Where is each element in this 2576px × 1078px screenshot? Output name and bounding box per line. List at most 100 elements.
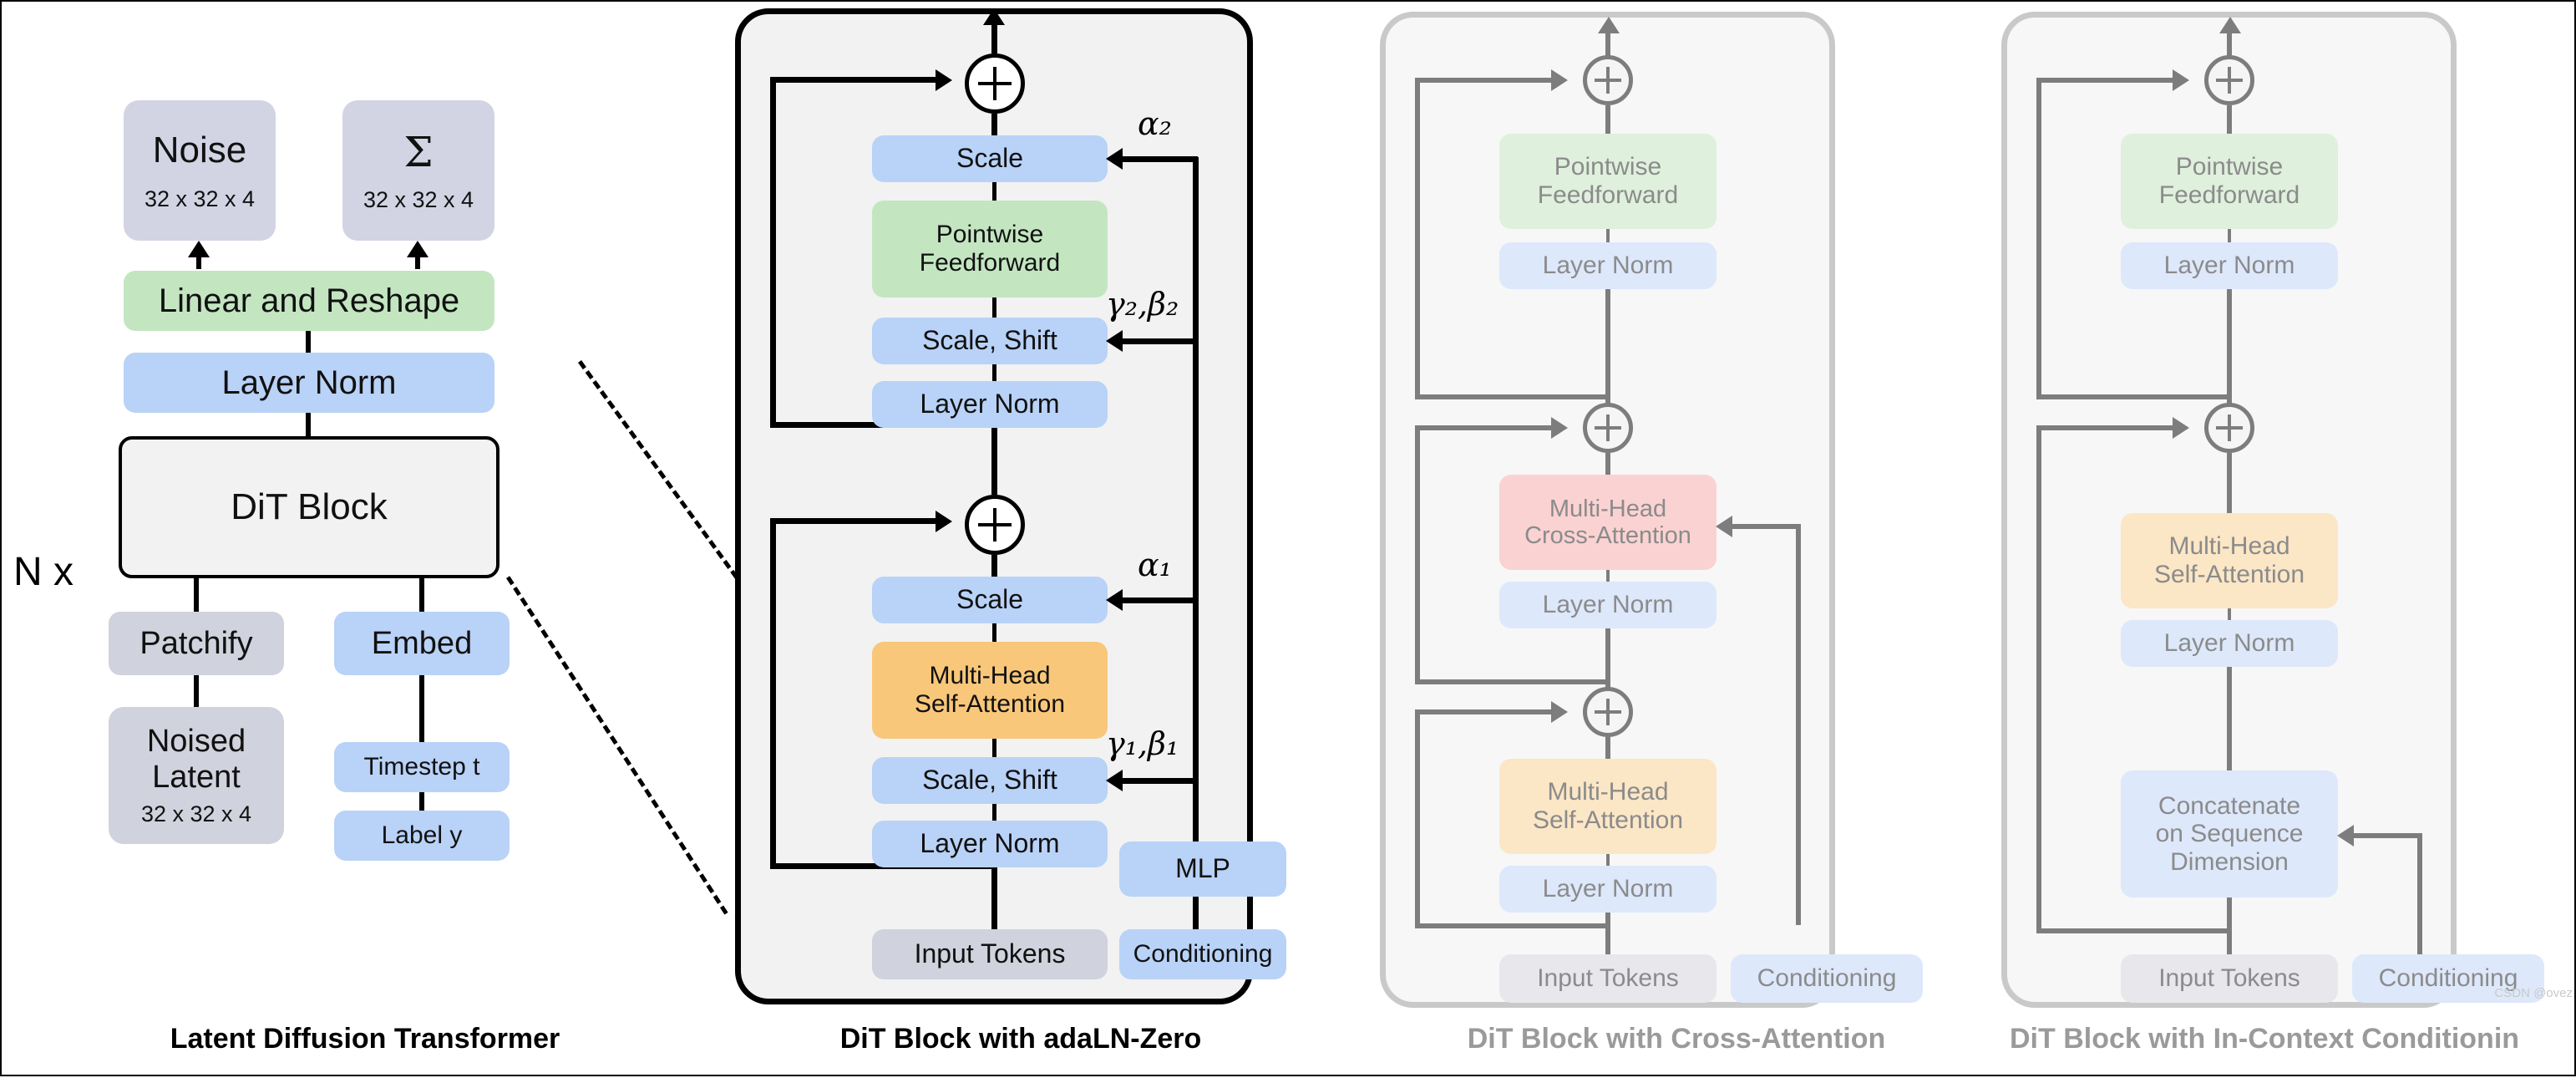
node-scale-2-label: Scale <box>956 143 1024 174</box>
conditioning-bus <box>1193 157 1199 859</box>
caption-panel-4: DiT Block with In-Context Conditionin <box>1990 1023 2576 1055</box>
node-layer-norm-2-4: Layer Norm <box>2121 242 2338 289</box>
node-concat-line3: Dimension <box>2170 847 2289 876</box>
arrowhead-noise <box>188 241 210 257</box>
node-scale-1-label: Scale <box>956 584 1024 615</box>
node-dit-block: DiT Block <box>119 436 499 578</box>
edge-scaleshift1-to-mhsa <box>992 739 996 759</box>
edge-label-to-timestep <box>419 792 424 811</box>
node-mhsa-3-line1: Multi-Head <box>1547 778 1669 806</box>
edge-ln2-down-4 <box>2227 289 2232 406</box>
node-layer-norm-1-4: Layer Norm <box>2121 620 2338 667</box>
figure-root: Noise 32 x 32 x 4 Σ 32 x 32 x 4 Linear a… <box>0 0 2576 1076</box>
arrowhead-cond-to-concat <box>2337 825 2354 847</box>
arrowhead-cond-to-mhca <box>1716 516 1732 537</box>
node-noise-label: Noise <box>152 130 247 171</box>
edge-ln3-down <box>1605 289 1610 406</box>
node-noised-latent: Noised Latent 32 x 32 x 4 <box>109 707 284 844</box>
caption-panel-1: Latent Diffusion Transformer <box>2 1023 728 1055</box>
node-noise: Noise 32 x 32 x 4 <box>124 100 276 241</box>
panel-latent-diffusion-transformer: Noise 32 x 32 x 4 Σ 32 x 32 x 4 Linear a… <box>2 2 728 1078</box>
annotation-gammabeta2-text: γ₂,β₂ <box>1106 286 1179 323</box>
node-dit-block-label: DiT Block <box>231 486 388 528</box>
arrowhead-residual-3b <box>1551 417 1568 439</box>
edge-ln2-down <box>991 428 997 495</box>
node-conditioning-3-label: Conditioning <box>1757 964 1897 993</box>
edge-cond-to-concat <box>2352 833 2422 838</box>
arrowhead-alpha2 <box>1106 148 1123 170</box>
node-pointwise-feedforward-2: Pointwise Feedforward <box>872 201 1108 297</box>
edge-alpha1 <box>1121 597 1198 603</box>
node-mhca-line1: Multi-Head <box>1549 495 1667 522</box>
edge-inputtokens-up-4 <box>2227 897 2232 961</box>
residual-3c-horizontal-bottom <box>1415 923 1609 928</box>
node-concatenate-on-sequence-dimension: Concatenate on Sequence Dimension <box>2121 770 2338 897</box>
node-pointwise-feedforward-3: Pointwise Feedforward <box>1499 134 1716 229</box>
node-pointwise-feedforward-4: Pointwise Feedforward <box>2121 134 2338 229</box>
node-layer-norm-1-label: Layer Norm <box>920 828 1060 859</box>
edge-plus4mid-to-mhsa <box>2227 453 2232 515</box>
edge-conditioning-to-mlp <box>1193 897 1199 930</box>
arrowhead-residual-4b <box>2173 417 2189 439</box>
node-sigma-label: Σ <box>403 127 434 176</box>
node-pointwise-feedforward-2-line2: Feedforward <box>919 249 1061 277</box>
arrowhead-block-output-3 <box>1598 17 1620 33</box>
node-layer-norm-3-label: Layer Norm <box>1542 252 1674 280</box>
annotation-alpha1-text: α₁ <box>1138 547 1172 583</box>
node-scale-shift-2-label: Scale, Shift <box>922 325 1057 356</box>
residual-4b-horizontal-bottom <box>2036 928 2230 933</box>
caption-panel-2-text: DiT Block with adaLN-Zero <box>839 1023 1202 1055</box>
residual-2-vertical <box>770 77 776 428</box>
node-layer-norm-1-3: Layer Norm <box>1499 866 1716 913</box>
residual-4b-vertical <box>2036 425 2041 933</box>
residual-3c-vertical <box>1415 709 1420 928</box>
arrowhead-residual-3c <box>1551 701 1568 723</box>
annotation-gammabeta1-text: γ₁,β₁ <box>1106 725 1179 762</box>
residual-3b-horizontal-top <box>1415 425 1553 430</box>
node-sigma-shape: 32 x 32 x 4 <box>363 186 474 212</box>
arrowhead-residual-1 <box>936 511 952 532</box>
node-layer-norm-2-3: Layer Norm <box>1499 582 1716 628</box>
residual-3a-horizontal-bottom <box>1415 394 1609 399</box>
residual-1-horizontal-top <box>770 518 937 524</box>
node-mhsa-2-line2: Self-Attention <box>914 690 1066 718</box>
edge-plus3top-to-ff <box>1605 105 1610 135</box>
node-multihead-self-attention-3: Multi-Head Self-Attention <box>1499 759 1716 854</box>
node-layer-norm-2-4-label: Layer Norm <box>2163 252 2295 280</box>
node-input-tokens-2-label: Input Tokens <box>914 938 1066 969</box>
arrowhead-gammabeta1 <box>1106 770 1123 791</box>
edge-patchify-to-dit <box>194 578 199 612</box>
arrowhead-residual-3a <box>1551 69 1568 91</box>
residual-4a-horizontal-bottom <box>2036 394 2230 399</box>
annotation-gammabeta2: γ₂,β₂ <box>1106 286 1179 323</box>
node-input-tokens-4-label: Input Tokens <box>2158 964 2300 993</box>
node-patchify: Patchify <box>109 612 284 675</box>
node-input-tokens-4: Input Tokens <box>2121 954 2338 1003</box>
edge-ln1-to-scaleshift1 <box>992 804 996 822</box>
edge-ln1-down-4 <box>2227 667 2232 772</box>
add-node-middle-3 <box>1583 403 1633 453</box>
conditioning-bus-4 <box>2417 833 2422 957</box>
node-layer-norm-2-3-label: Layer Norm <box>1542 591 1674 619</box>
node-input-tokens-3: Input Tokens <box>1499 954 1716 1003</box>
node-concat-line1: Concatenate <box>2158 791 2301 820</box>
residual-3b-horizontal-bottom <box>1415 679 1609 684</box>
edge-inputtokens-up <box>991 867 997 929</box>
node-linear-and-reshape: Linear and Reshape <box>124 271 494 331</box>
node-scale-1: Scale <box>872 577 1108 623</box>
node-scale-2: Scale <box>872 135 1108 182</box>
add-node-bottom-3 <box>1583 687 1633 737</box>
node-mhsa-4-line2: Self-Attention <box>2153 561 2305 588</box>
edge-plus3bot-to-mhsa <box>1605 737 1610 760</box>
node-mlp-label: MLP <box>1175 853 1230 884</box>
caption-panel-3: DiT Block with Cross-Attention <box>1363 1023 1990 1055</box>
node-layer-norm-1-3-label: Layer Norm <box>1542 875 1674 903</box>
node-pointwise-feedforward-3-line1: Pointwise <box>1554 153 1662 181</box>
node-conditioning-2: Conditioning <box>1119 929 1286 979</box>
residual-1-vertical <box>770 518 776 869</box>
node-pointwise-feedforward-4-line2: Feedforward <box>2158 181 2300 209</box>
arrowhead-residual-2 <box>936 69 952 91</box>
edge-dit-to-ln <box>306 413 311 438</box>
panel-in-context-conditioning: Pointwise Feedforward Layer Norm Multi-H… <box>1990 2 2576 1078</box>
node-input-tokens-3-label: Input Tokens <box>1537 964 1679 993</box>
